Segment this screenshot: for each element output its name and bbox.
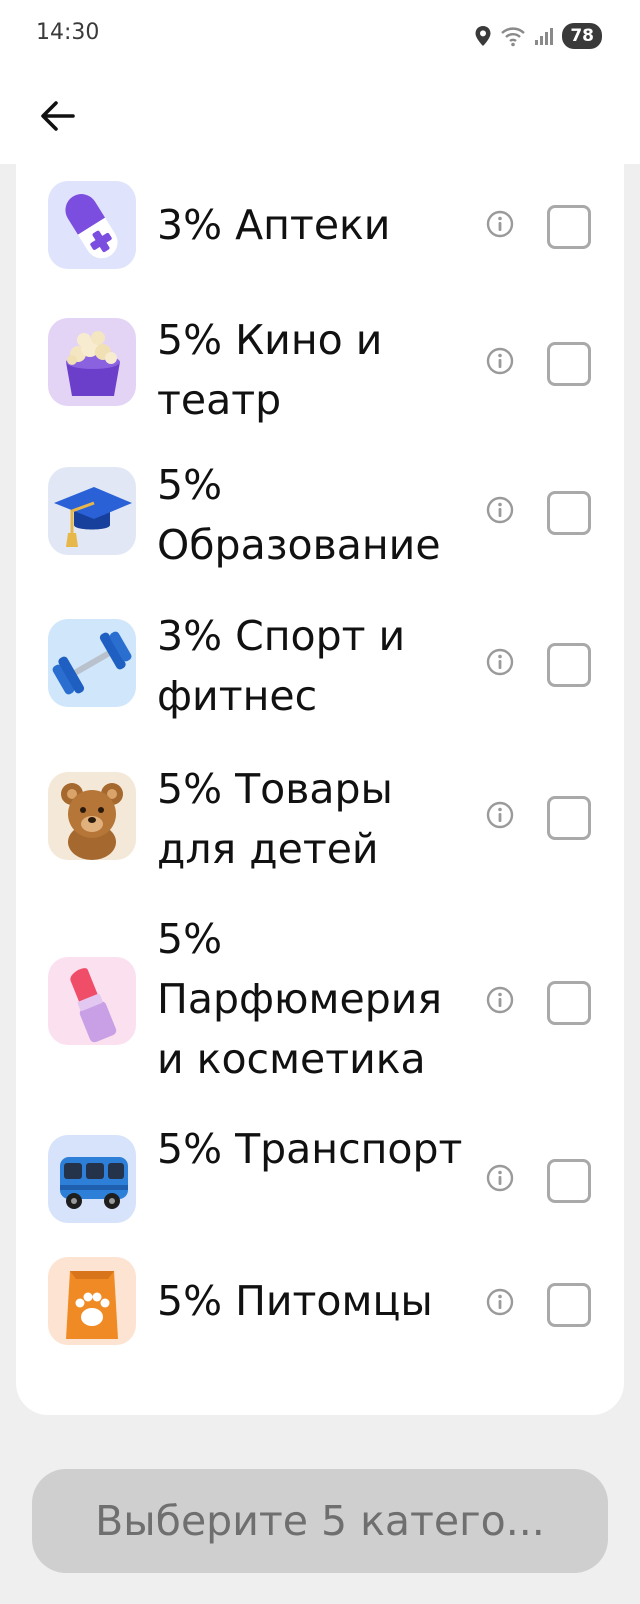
category-checkbox[interactable] xyxy=(547,1283,591,1327)
category-checkbox[interactable] xyxy=(547,643,591,687)
category-row-transport[interactable]: 5% Транспорт xyxy=(16,1105,624,1251)
graduation-cap-icon xyxy=(48,467,136,555)
info-icon[interactable] xyxy=(485,985,515,1015)
category-label: 5% Питомцы xyxy=(157,1277,433,1325)
category-label: 5% Образование xyxy=(157,461,441,569)
category-label: 5% Товары для детей xyxy=(157,765,393,873)
info-icon[interactable] xyxy=(485,346,515,376)
info-icon[interactable] xyxy=(485,800,515,830)
dumbbell-icon xyxy=(48,619,136,707)
select-categories-button[interactable]: Выберите 5 катего... xyxy=(32,1469,608,1573)
battery-indicator: 78 xyxy=(562,23,602,49)
category-label: 5% Парфюмерия и косметика xyxy=(157,915,443,1083)
status-time: 14:30 xyxy=(36,20,100,45)
category-checkbox[interactable] xyxy=(547,1159,591,1203)
arrow-left-icon xyxy=(41,101,75,131)
pill-icon xyxy=(48,181,136,269)
category-label: 5% Транспорт xyxy=(157,1125,463,1173)
category-row-kids[interactable]: 5% Товары для детей xyxy=(16,744,624,894)
category-checkbox[interactable] xyxy=(547,491,591,535)
status-bar: 14:30 78 xyxy=(0,0,640,72)
lipstick-icon xyxy=(48,957,136,1045)
category-checkbox[interactable] xyxy=(547,981,591,1025)
signal-icon xyxy=(535,28,554,45)
pet-food-icon xyxy=(48,1257,136,1345)
info-icon[interactable] xyxy=(485,647,515,677)
category-row-pets[interactable]: 5% Питомцы xyxy=(16,1251,624,1381)
back-button[interactable] xyxy=(28,86,88,146)
category-row-pharmacy[interactable]: 3% Аптеки xyxy=(16,164,624,294)
status-icons: 78 xyxy=(474,20,602,52)
category-label: 3% Спорт и фитнес xyxy=(157,612,406,720)
popcorn-icon xyxy=(48,318,136,406)
app-header xyxy=(0,72,640,164)
location-icon xyxy=(475,26,491,46)
category-checkbox[interactable] xyxy=(547,205,591,249)
category-row-cosmetics[interactable]: 5% Парфюмерия и косметика xyxy=(16,894,624,1105)
category-label: 3% Аптеки xyxy=(157,201,391,249)
category-checkbox[interactable] xyxy=(547,796,591,840)
category-row-education[interactable]: 5% Образование xyxy=(16,439,624,591)
wifi-icon xyxy=(501,27,526,47)
info-icon[interactable] xyxy=(485,209,515,239)
category-row-cinema[interactable]: 5% Кино и театр xyxy=(16,294,624,439)
bus-icon xyxy=(48,1135,136,1223)
category-label: 5% Кино и театр xyxy=(157,316,383,424)
teddy-bear-icon xyxy=(48,772,136,860)
category-checkbox[interactable] xyxy=(547,342,591,386)
category-row-sport[interactable]: 3% Спорт и фитнес xyxy=(16,591,624,744)
info-icon[interactable] xyxy=(485,1163,515,1193)
info-icon[interactable] xyxy=(485,1287,515,1317)
info-icon[interactable] xyxy=(485,495,515,525)
category-list: 3% Аптеки 5% Кино и театр 5% Образование… xyxy=(16,164,624,1415)
